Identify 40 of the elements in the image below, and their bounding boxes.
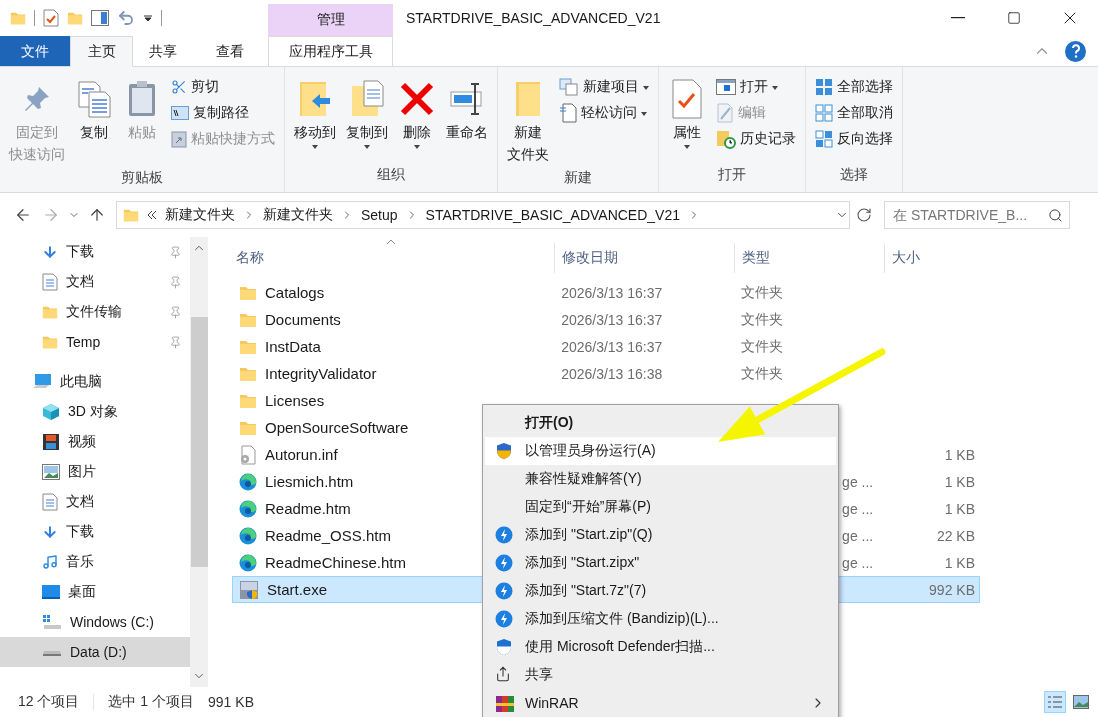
file-name: Readme.htm [265,500,351,517]
type-cell: ge ... [842,473,874,490]
size-cell: 1 KB [944,473,975,490]
date-cell: 2026/3/13 16:37 [561,338,663,355]
file-name: IntegrityValidator [265,365,377,382]
size-cell: 992 KB [929,581,975,598]
file-name: Catalogs [265,284,325,301]
window-title: STARTDRIVE_BASIC_ADVANCED_V21 [405,9,662,28]
group-label: 组织 [376,166,406,184]
item-count: 12 个项目 [18,693,80,711]
date-cell: 2026/3/13 16:37 [561,311,663,328]
date-cell: 2026/3/13 16:37 [561,284,663,301]
size-cell: 22 KB [936,527,975,544]
file-name: InstData [265,338,321,355]
file-name: Liesmich.htm [265,473,354,490]
type-cell: ge ... [842,527,874,544]
file-name: Start.exe [267,581,328,598]
file-name: Readme_OSS.htm [265,527,391,544]
file-name: Autorun.inf [265,446,338,463]
type-cell: 文件夹 [740,310,783,327]
group-label: 选择 [839,166,869,184]
file-name: OpenSourceSoftware [265,419,409,436]
type-cell: 文件夹 [740,337,783,354]
file-name: Licenses [265,392,325,409]
type-cell: ge ... [842,500,874,517]
type-cell: 文件夹 [740,364,783,381]
type-cell: 文件夹 [740,283,783,300]
type-cell: ge ... [842,554,874,571]
group-label: 打开 [717,166,747,184]
selection-size: 991 KB [208,694,254,710]
file-name: ReadmeChinese.htm [265,554,406,571]
size-cell: 1 KB [944,554,975,571]
file-name: Documents [265,311,341,328]
context-tab-header: 管理 [268,4,393,36]
size-cell: 1 KB [944,500,975,517]
group-label: 剪贴板 [120,169,164,187]
size-cell: 1 KB [944,446,975,463]
group-label: 新建 [563,169,593,187]
selection-count: 选中 1 个项目 [108,693,195,711]
date-cell: 2026/3/13 16:38 [561,365,663,382]
